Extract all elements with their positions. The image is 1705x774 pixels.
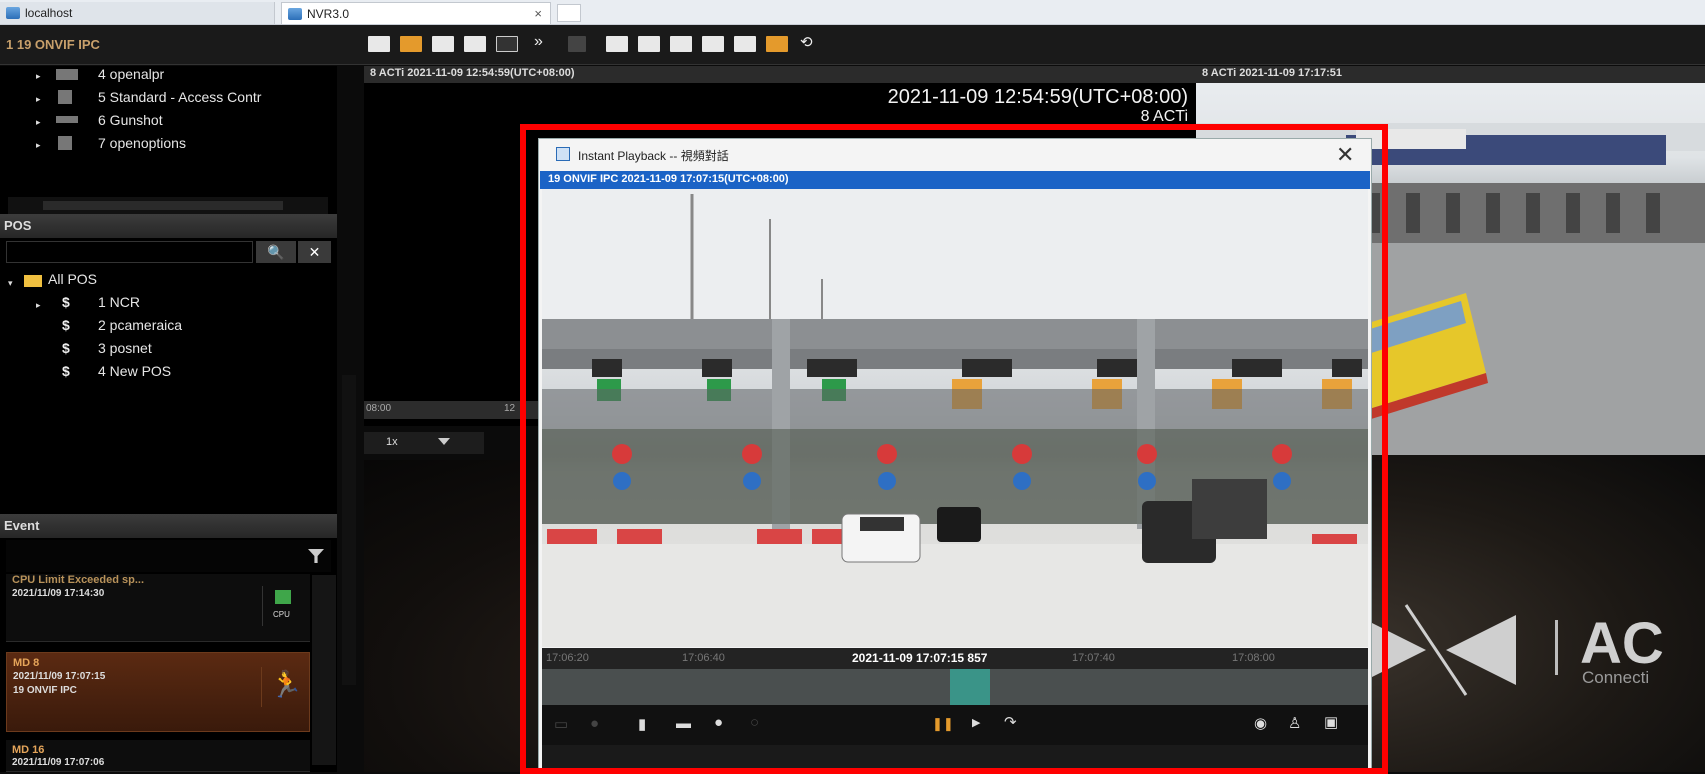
pos-section-header: POS xyxy=(0,214,337,238)
event-time: 2021/11/09 17:14:30 xyxy=(12,588,105,599)
event-filter-bar xyxy=(6,540,331,572)
tool-edit-icon[interactable] xyxy=(606,36,628,52)
tool-export-icon[interactable] xyxy=(670,36,692,52)
event-title: MD 16 xyxy=(12,744,45,756)
video-tile-a-header: 8 ACTi 2021-11-09 12:54:59(UTC+08:00) xyxy=(364,66,1196,83)
browser-tab-label: localhost xyxy=(25,6,73,20)
event-section-header: Event xyxy=(0,514,337,538)
device-icon xyxy=(58,90,72,104)
speed-value: 1x xyxy=(386,436,398,448)
disabled-tool-icon xyxy=(568,36,586,52)
dollar-icon: $ xyxy=(62,363,70,379)
device-item[interactable]: 7 openoptions xyxy=(98,135,186,151)
tree-bullet-icon: ▸ xyxy=(36,94,41,104)
layout-3x3-button[interactable] xyxy=(432,36,454,52)
pos-search-input[interactable] xyxy=(6,241,253,263)
event-time: 2021/11/09 17:07:06 xyxy=(12,757,105,768)
tab-close-icon[interactable]: × xyxy=(534,6,542,21)
device-tree-scrollbar[interactable] xyxy=(8,197,328,214)
refresh-icon[interactable]: ⟲ xyxy=(800,33,813,51)
nvr-toolbar: 1 19 ONVIF IPC » ⟲ xyxy=(0,25,1705,65)
channel-title: 1 19 ONVIF IPC xyxy=(6,37,100,52)
device-icon xyxy=(56,116,78,123)
pos-item[interactable]: 3 posnet xyxy=(98,340,152,356)
layout-2x2-button[interactable] xyxy=(400,36,422,52)
device-item[interactable]: 5 Standard - Access Contr xyxy=(98,89,261,105)
motion-detect-icon: 🏃 xyxy=(261,667,302,707)
event-item[interactable]: CPU Limit Exceeded sp... 2021/11/09 17:1… xyxy=(6,574,310,642)
highlight-box xyxy=(520,124,1388,774)
layout-custom-button[interactable] xyxy=(496,36,518,52)
event-item[interactable]: MD 16 2021/11/09 17:07:06 xyxy=(6,740,310,772)
event-source: 19 ONVIF IPC xyxy=(13,685,77,696)
device-icon xyxy=(58,136,72,150)
page-favicon-icon xyxy=(288,7,302,20)
tree-bullet-icon: ▸ xyxy=(36,140,41,150)
video-tile-a-timestamp: 2021-11-09 12:54:59(UTC+08:00) xyxy=(887,86,1188,108)
scrollbar-thumb[interactable] xyxy=(43,201,283,210)
page-favicon-icon xyxy=(6,7,20,19)
left-panel-scrollbar[interactable] xyxy=(342,375,356,685)
device-item[interactable]: 4 openalpr xyxy=(98,66,164,82)
pos-root-item[interactable]: All POS xyxy=(48,271,97,287)
dollar-icon: $ xyxy=(62,340,70,356)
folder-icon xyxy=(24,275,42,287)
logo-divider xyxy=(1555,620,1558,675)
layout-1x1-button[interactable] xyxy=(368,36,390,52)
search-icon[interactable]: 🔍 xyxy=(256,241,296,263)
tree-expand-icon[interactable]: ▾ xyxy=(8,278,13,289)
new-tab-button[interactable] xyxy=(557,4,581,22)
tool-instant-playback-icon[interactable] xyxy=(766,36,788,52)
tree-bullet-icon: ▸ xyxy=(36,71,41,81)
event-title: MD 8 xyxy=(13,657,40,669)
chevron-down-icon[interactable] xyxy=(438,438,450,445)
pos-item[interactable]: 1 NCR xyxy=(98,294,140,310)
device-icon xyxy=(56,69,78,80)
browser-tab-label: NVR3.0 xyxy=(307,6,350,21)
more-layouts-button[interactable]: » xyxy=(534,33,543,51)
logo-text: AC xyxy=(1580,611,1664,676)
layout-4x4-button[interactable] xyxy=(464,36,486,52)
event-item-selected[interactable]: MD 8 2021/11/09 17:07:15 19 ONVIF IPC 🏃 xyxy=(6,652,310,732)
event-time: 2021/11/09 17:07:15 xyxy=(13,671,106,682)
tool-snapshot-icon[interactable] xyxy=(638,36,660,52)
tool-playback-icon[interactable] xyxy=(734,36,756,52)
pos-item[interactable]: 2 pcameraica xyxy=(98,317,182,333)
tree-bullet-icon: ▸ xyxy=(36,300,41,310)
cpu-icon: CPU xyxy=(262,586,302,626)
video-tile-b-header: 8 ACTi 2021-11-09 17:17:51 xyxy=(1196,66,1705,83)
browser-tab-nvr[interactable]: NVR3.0 × xyxy=(281,2,551,24)
tool-record-icon[interactable] xyxy=(702,36,724,52)
event-list-scrollbar[interactable] xyxy=(312,575,336,765)
logo-subtext: Connecti xyxy=(1582,668,1650,687)
timeline-tick: 12 xyxy=(504,403,516,414)
speed-select[interactable]: 1x xyxy=(364,432,484,454)
event-title: CPU Limit Exceeded sp... xyxy=(12,574,145,586)
timeline-tick: 08:00 xyxy=(366,403,392,414)
browser-tab-localhost[interactable]: localhost xyxy=(0,2,275,24)
dollar-icon: $ xyxy=(62,294,70,310)
device-item[interactable]: 6 Gunshot xyxy=(98,112,163,128)
clear-icon[interactable]: ✕ xyxy=(298,241,331,263)
dollar-icon: $ xyxy=(62,317,70,333)
browser-tab-strip: localhost NVR3.0 × xyxy=(0,0,1705,25)
pos-item[interactable]: 4 New POS xyxy=(98,363,171,379)
tree-bullet-icon: ▸ xyxy=(36,117,41,127)
